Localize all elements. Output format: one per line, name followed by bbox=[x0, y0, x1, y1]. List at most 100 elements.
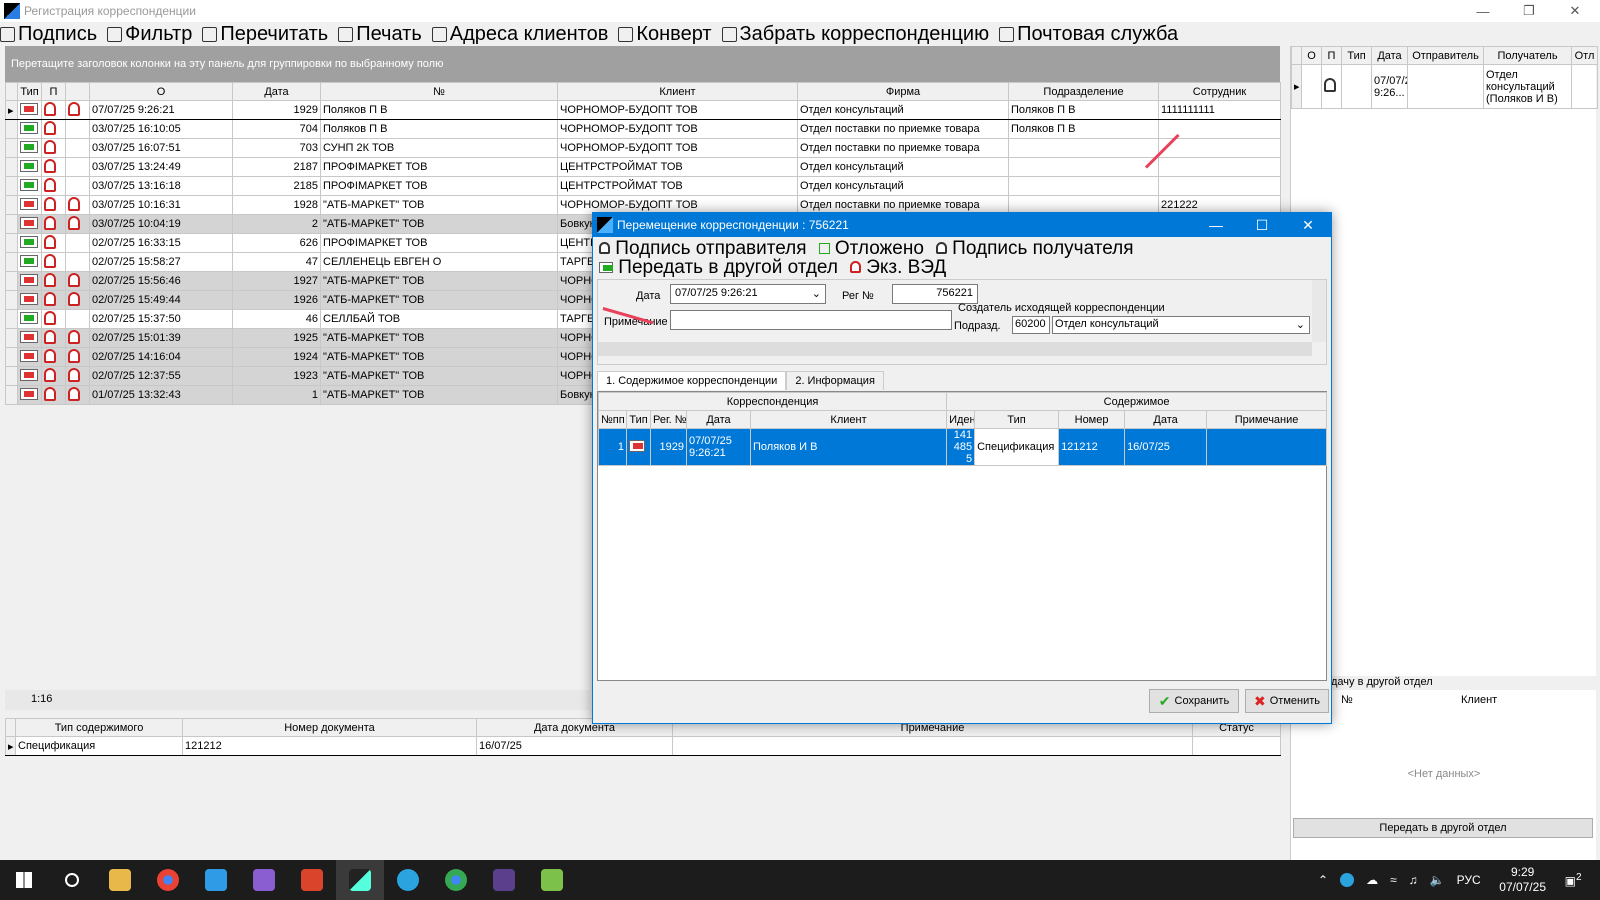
vertical-scrollbar[interactable] bbox=[1312, 280, 1326, 342]
col-header[interactable]: Тип содержимого bbox=[15, 718, 183, 737]
taskbar-terminal[interactable] bbox=[480, 860, 528, 900]
col-header[interactable]: О bbox=[1301, 46, 1322, 65]
p-cell[interactable] bbox=[41, 366, 66, 386]
note-cell[interactable] bbox=[1158, 138, 1281, 158]
p-cell[interactable] bbox=[41, 309, 66, 329]
telegram-tray-icon[interactable] bbox=[1340, 873, 1355, 887]
num-cell[interactable]: 1929 bbox=[232, 100, 321, 120]
table-row[interactable]: 03/07/25 13:24:49 2187 ПРОФІМАРКЕТ ТОВ ЦЕНТ… bbox=[5, 157, 1281, 177]
num-cell[interactable]: 1 bbox=[232, 385, 321, 405]
minimize-button[interactable]: — bbox=[1460, 0, 1506, 22]
firm-cell[interactable]: ЧОРНОМОР-БУДОПТ ТОВ bbox=[557, 119, 798, 139]
client-cell[interactable]: "АТБ-МАРКЕТ" ТОВ bbox=[320, 366, 558, 386]
client-cell[interactable]: СЕЛЛЕНЕЦЬ ЕВГЕН О bbox=[320, 252, 558, 272]
col-header[interactable]: Номер документа bbox=[182, 718, 477, 737]
o-cell[interactable] bbox=[65, 290, 90, 310]
cancel-button[interactable]: ✖ Отменить bbox=[1245, 689, 1329, 713]
col-header[interactable]: Фирма bbox=[797, 82, 1009, 101]
col-header[interactable]: № bbox=[1341, 694, 1461, 706]
taskbar-chart-app[interactable] bbox=[528, 860, 576, 900]
emp-cell[interactable] bbox=[1008, 138, 1159, 158]
p-cell[interactable] bbox=[41, 138, 66, 158]
col-header[interactable]: Дата bbox=[1371, 46, 1408, 65]
taskbar-explorer[interactable] bbox=[96, 860, 144, 900]
cell[interactable] bbox=[1407, 64, 1484, 109]
firm-cell[interactable]: ЦЕНТРСТРОЙМАТ ТОВ bbox=[557, 157, 798, 177]
firm-cell[interactable]: ЦЕНТРСТРОЙМАТ ТОВ bbox=[557, 176, 798, 196]
tab-info[interactable]: 2. Информация bbox=[786, 371, 884, 390]
client-cell[interactable]: "АТБ-МАРКЕТ" ТОВ bbox=[320, 271, 558, 291]
minimize-button[interactable]: — bbox=[1193, 213, 1239, 237]
taskbar-chrome[interactable] bbox=[144, 860, 192, 900]
col-header[interactable]: Тип bbox=[1341, 46, 1372, 65]
type-cell[interactable] bbox=[17, 347, 42, 367]
taskbar-app-active[interactable] bbox=[336, 860, 384, 900]
col-header[interactable]: Дата bbox=[686, 410, 751, 429]
menu-item-4[interactable]: Адреса клиентов bbox=[431, 23, 608, 46]
menu-item-3[interactable]: Печать bbox=[338, 23, 422, 46]
headphones-icon[interactable]: ♫ bbox=[1409, 873, 1418, 887]
date-cell[interactable]: 01/07/25 13:32:43 bbox=[89, 385, 233, 405]
cell[interactable]: 1929 bbox=[650, 428, 687, 466]
type-cell[interactable] bbox=[17, 271, 42, 291]
p-cell[interactable] bbox=[41, 290, 66, 310]
p-cell[interactable] bbox=[41, 195, 66, 215]
firm-cell[interactable]: ЧОРНОМОР-БУДОПТ ТОВ bbox=[557, 100, 798, 120]
transfer-dept-button[interactable]: Передать в другой отдел bbox=[599, 258, 838, 277]
cell[interactable]: Спецификация bbox=[15, 736, 183, 756]
o-cell[interactable] bbox=[65, 309, 90, 329]
date-cell[interactable]: 02/07/25 15:58:27 bbox=[89, 252, 233, 272]
date-cell[interactable]: 03/07/25 13:16:18 bbox=[89, 176, 233, 196]
o-cell[interactable] bbox=[65, 138, 90, 158]
taskbar-telegram[interactable] bbox=[384, 860, 432, 900]
table-row[interactable]: 03/07/25 16:07:51 703 СУНП 2К ТОВ ЧОРНОМОР-… bbox=[5, 138, 1281, 158]
content-type-editor[interactable]: Спецификация bbox=[974, 428, 1060, 466]
num-cell[interactable]: 1926 bbox=[232, 290, 321, 310]
taskbar-visual-studio[interactable] bbox=[240, 860, 288, 900]
type-cell[interactable] bbox=[17, 309, 42, 329]
p-cell[interactable] bbox=[41, 347, 66, 367]
sign-receiver-button[interactable]: Подпись получателя bbox=[935, 239, 1134, 258]
o-cell[interactable] bbox=[65, 271, 90, 291]
client-cell[interactable]: "АТБ-МАРКЕТ" ТОВ bbox=[320, 347, 558, 367]
cell[interactable] bbox=[1192, 736, 1281, 756]
dept-cell[interactable]: Отдел консультаций bbox=[797, 176, 1009, 196]
cell[interactable]: 16/07/25 bbox=[476, 736, 673, 756]
table-row[interactable]: ▸ Спецификация 121212 16/07/25 bbox=[5, 736, 1281, 756]
client-cell[interactable]: "АТБ-МАРКЕТ" ТОВ bbox=[320, 214, 558, 234]
col-header[interactable]: О bbox=[89, 82, 233, 101]
col-header[interactable]: Тип bbox=[974, 410, 1060, 429]
note-cell[interactable] bbox=[1158, 157, 1281, 177]
emp-cell[interactable]: Поляков П В bbox=[1008, 100, 1159, 120]
col-header[interactable]: П bbox=[41, 82, 66, 101]
p-cell[interactable] bbox=[41, 100, 66, 120]
emp-cell[interactable] bbox=[1008, 176, 1159, 196]
date-cell[interactable]: 03/07/25 10:04:19 bbox=[89, 214, 233, 234]
o-cell[interactable] bbox=[65, 214, 90, 234]
cell[interactable]: 07/07/25 9:26:21 bbox=[686, 428, 751, 466]
cell[interactable]: Отдел консультаций (Поляков И В) bbox=[1483, 64, 1572, 109]
taskbar-dbeaver[interactable] bbox=[288, 860, 336, 900]
col-header[interactable]: Тип bbox=[17, 82, 42, 101]
cell[interactable]: 121212 bbox=[1058, 428, 1126, 466]
date-cell[interactable]: 02/07/25 15:37:50 bbox=[89, 309, 233, 329]
col-header[interactable]: Клиент bbox=[557, 82, 798, 101]
cell[interactable] bbox=[672, 736, 1193, 756]
col-header[interactable]: Тип bbox=[626, 410, 651, 429]
restore-button[interactable]: ❐ bbox=[1506, 0, 1552, 22]
num-cell[interactable]: 1924 bbox=[232, 347, 321, 367]
type-cell[interactable] bbox=[17, 119, 42, 139]
wifi-icon[interactable]: ≈ bbox=[1390, 873, 1397, 887]
o-cell[interactable] bbox=[65, 157, 90, 177]
num-cell[interactable]: 1925 bbox=[232, 328, 321, 348]
num-cell[interactable]: 703 bbox=[232, 138, 321, 158]
col-header[interactable]: Получатель bbox=[1483, 46, 1572, 65]
num-cell[interactable]: 626 bbox=[232, 233, 321, 253]
col-header[interactable]: Подразделение bbox=[1008, 82, 1159, 101]
client-cell[interactable]: СЕЛЛБАЙ ТОВ bbox=[320, 309, 558, 329]
p-cell[interactable] bbox=[41, 271, 66, 291]
p-cell[interactable] bbox=[41, 233, 66, 253]
menu-item-0[interactable]: Подпись bbox=[0, 23, 97, 46]
col-header[interactable]: №пп bbox=[598, 410, 627, 429]
col-header[interactable]: Отл bbox=[1571, 46, 1598, 65]
